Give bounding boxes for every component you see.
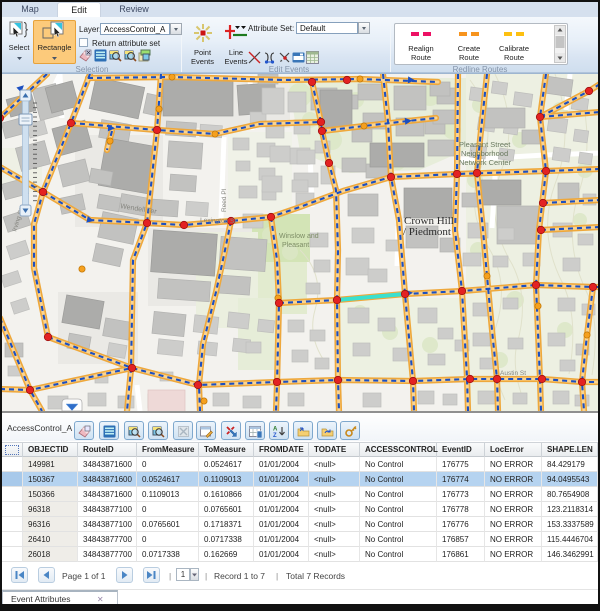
svg-text:Neighborhood: Neighborhood xyxy=(461,149,508,158)
svg-text:Winslow and: Winslow and xyxy=(279,233,319,240)
svg-text:/ Piedmont: / Piedmont xyxy=(403,226,451,238)
svg-text:Pleasant: Pleasant xyxy=(282,242,309,249)
svg-text:Reed Pl: Reed Pl xyxy=(221,188,228,212)
svg-text:Pleasant Street: Pleasant Street xyxy=(459,140,511,149)
svg-text:Lexington St: Lexington St xyxy=(200,217,237,225)
svg-text:Z: Z xyxy=(273,433,277,438)
svg-text:Network Center: Network Center xyxy=(459,158,512,167)
svg-text:Austin St: Austin St xyxy=(500,370,526,377)
svg-text:A: A xyxy=(273,426,278,432)
